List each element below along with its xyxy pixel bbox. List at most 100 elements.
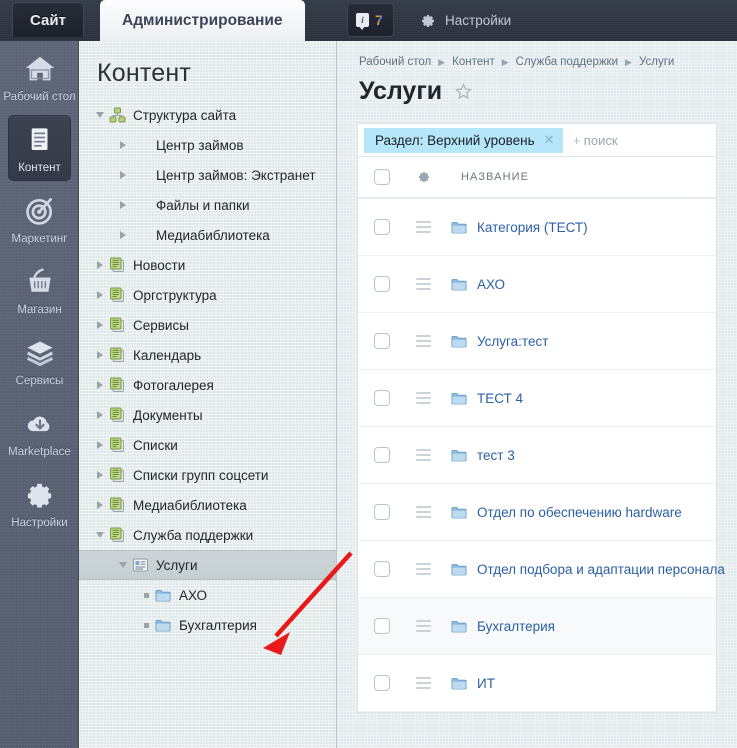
rail-item-2[interactable]: Контент — [0, 112, 79, 183]
row-name-link[interactable]: АХО — [477, 277, 505, 292]
tree-twisty[interactable] — [114, 562, 132, 568]
drag-handle-icon[interactable] — [416, 332, 431, 350]
close-icon[interactable]: ✕ — [544, 132, 555, 148]
tree-twisty[interactable] — [91, 471, 109, 479]
notifications-button[interactable]: i 7 — [347, 3, 394, 37]
tree-twisty[interactable] — [91, 351, 109, 359]
folder-icon — [451, 277, 467, 291]
items-grid: НАЗВАНИЕ Категория (ТЕСТ) АХО Услуга:тест Т… — [357, 156, 717, 713]
drag-handle-icon[interactable] — [416, 275, 431, 293]
row-checkbox[interactable] — [374, 675, 390, 691]
row-name-link[interactable]: Бухгалтерия — [477, 619, 555, 634]
drag-handle-icon[interactable] — [416, 389, 431, 407]
row-checkbox[interactable] — [374, 504, 390, 520]
tab-site[interactable]: Сайт — [12, 2, 84, 37]
filter-chip[interactable]: Раздел: Верхний уровень ✕ — [364, 128, 563, 153]
column-header-name[interactable]: НАЗВАНИЕ — [451, 171, 529, 183]
table-row[interactable]: Отдел по обеспечению hardware — [358, 484, 716, 541]
gear-icon[interactable] — [417, 170, 431, 184]
rail-item-1[interactable]: Рабочий стол — [0, 41, 79, 112]
tree-twisty[interactable] — [114, 201, 132, 209]
tree-twisty[interactable] — [137, 593, 155, 598]
drag-handle-icon[interactable] — [416, 674, 431, 692]
row-name-link[interactable]: Услуга:тест — [477, 334, 548, 349]
tree-node-17[interactable]: АХО — [79, 580, 336, 610]
tree-twisty[interactable] — [114, 141, 132, 149]
breadcrumb-item-3[interactable]: Служба поддержки — [516, 56, 618, 68]
table-row[interactable]: Отдел подбора и адаптации персонала — [358, 541, 716, 598]
rail-item-5[interactable]: Сервисы — [0, 325, 79, 396]
drag-handle-icon[interactable] — [416, 503, 431, 521]
tree-node-18[interactable]: Бухгалтерия — [79, 610, 336, 640]
breadcrumb-item-4[interactable]: Услуги — [639, 56, 674, 68]
tree-twisty[interactable] — [91, 321, 109, 329]
table-row[interactable]: ИТ — [358, 655, 716, 712]
tree-node-4[interactable]: Файлы и папки — [79, 190, 336, 220]
row-checkbox[interactable] — [374, 276, 390, 292]
tree-twisty[interactable] — [137, 623, 155, 628]
folder-icon — [451, 676, 467, 690]
tree-node-1[interactable]: Структура сайта — [79, 100, 336, 130]
tree-node-11[interactable]: Документы — [79, 400, 336, 430]
table-row[interactable]: тест 3 — [358, 427, 716, 484]
drag-handle-icon[interactable] — [416, 446, 431, 464]
tree-twisty[interactable] — [91, 112, 109, 118]
row-name-link[interactable]: Отдел по обеспечению hardware — [477, 505, 682, 520]
rail-item-4[interactable]: Магазин — [0, 254, 79, 325]
chevron-right-icon — [120, 201, 126, 209]
folder-icon — [451, 334, 467, 348]
drag-handle-icon[interactable] — [416, 218, 431, 236]
row-checkbox[interactable] — [374, 447, 390, 463]
tree-twisty[interactable] — [91, 381, 109, 389]
tree-node-13[interactable]: Списки групп соцсети — [79, 460, 336, 490]
tree-twisty[interactable] — [114, 171, 132, 179]
tree-node-5[interactable]: Медиабиблиотека — [79, 220, 336, 250]
tree-node-2[interactable]: Центр займов — [79, 130, 336, 160]
tree-twisty[interactable] — [91, 291, 109, 299]
drag-handle-icon[interactable] — [416, 560, 431, 578]
tree-node-10[interactable]: Фотогалерея — [79, 370, 336, 400]
tree-node-15[interactable]: Служба поддержки — [79, 520, 336, 550]
table-row[interactable]: ТЕСТ 4 — [358, 370, 716, 427]
table-row[interactable]: Категория (ТЕСТ) — [358, 199, 716, 256]
star-outline-icon[interactable] — [454, 82, 473, 101]
tree-twisty[interactable] — [91, 501, 109, 509]
rail-item-7[interactable]: Настройки — [0, 467, 79, 538]
row-name-link[interactable]: ИТ — [477, 676, 495, 691]
row-checkbox[interactable] — [374, 618, 390, 634]
add-filter-button[interactable]: + поиск — [573, 133, 618, 148]
tree-twisty[interactable] — [91, 441, 109, 449]
tree-node-8[interactable]: Сервисы — [79, 310, 336, 340]
settings-button[interactable]: Настройки — [420, 0, 511, 41]
row-name-link[interactable]: Категория (ТЕСТ) — [477, 220, 588, 235]
tree-node-9[interactable]: Календарь — [79, 340, 336, 370]
tree-node-16[interactable]: Услуги — [79, 550, 336, 580]
table-row[interactable]: Бухгалтерия — [358, 598, 716, 655]
row-checkbox[interactable] — [374, 561, 390, 577]
row-name-link[interactable]: тест 3 — [477, 448, 515, 463]
row-checkbox[interactable] — [374, 390, 390, 406]
tree-twisty[interactable] — [91, 532, 109, 538]
tree-node-3[interactable]: Центр займов: Экстранет — [79, 160, 336, 190]
tree-node-6[interactable]: Новости — [79, 250, 336, 280]
tree-twisty[interactable] — [91, 261, 109, 269]
rail-item-6[interactable]: Marketplace — [0, 396, 79, 467]
row-name-link[interactable]: Отдел подбора и адаптации персонала — [477, 562, 725, 577]
drag-handle-icon[interactable] — [416, 617, 431, 635]
tab-administration[interactable]: Администрирование — [100, 0, 305, 41]
rail-item-3[interactable]: Маркетинг — [0, 183, 79, 254]
tree-twisty[interactable] — [114, 231, 132, 239]
row-name-link[interactable]: ТЕСТ 4 — [477, 391, 523, 406]
row-name-cell: ТЕСТ 4 — [441, 391, 716, 406]
tree-node-12[interactable]: Списки — [79, 430, 336, 460]
table-row[interactable]: АХО — [358, 256, 716, 313]
breadcrumb-item-1[interactable]: Рабочий стол — [359, 56, 431, 68]
tree-twisty[interactable] — [91, 411, 109, 419]
select-all-checkbox[interactable] — [374, 169, 390, 185]
tree-node-14[interactable]: Медиабиблиотека — [79, 490, 336, 520]
row-checkbox[interactable] — [374, 333, 390, 349]
table-row[interactable]: Услуга:тест — [358, 313, 716, 370]
row-checkbox[interactable] — [374, 219, 390, 235]
breadcrumb-item-2[interactable]: Контент — [452, 56, 495, 68]
tree-node-7[interactable]: Оргструктура — [79, 280, 336, 310]
